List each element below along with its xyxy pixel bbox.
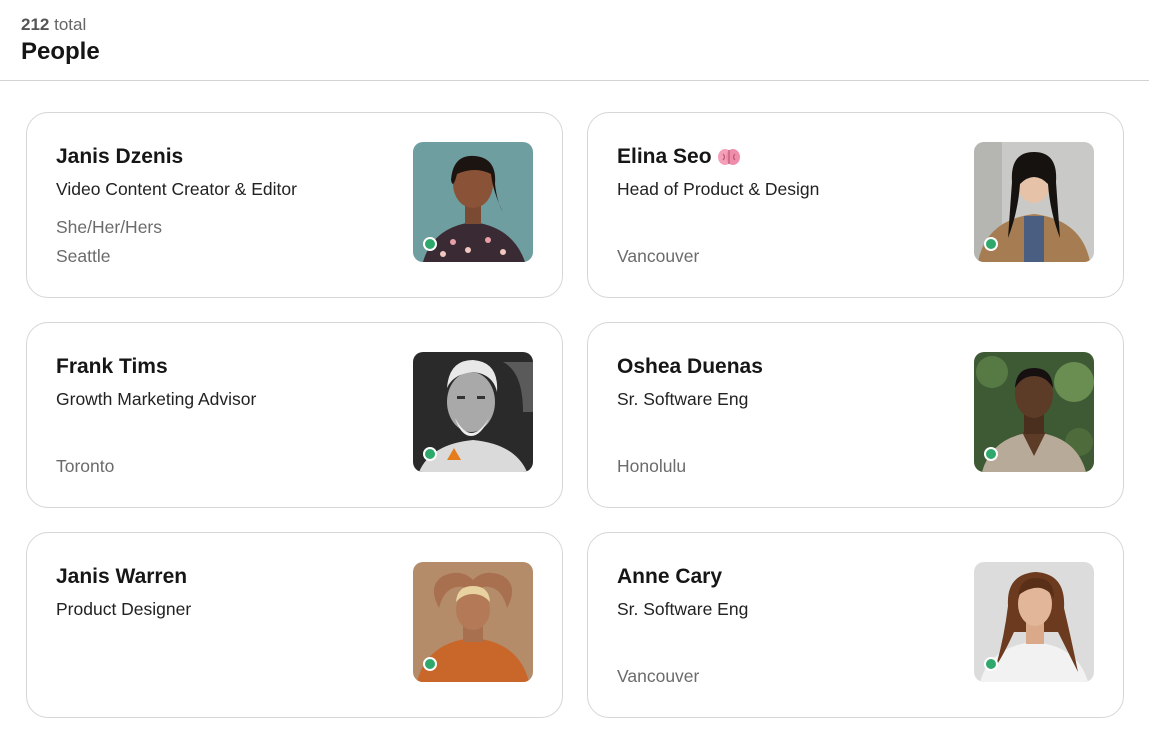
person-name-text: Oshea Duenas <box>617 355 763 378</box>
page-header: 212 total People <box>0 0 1149 81</box>
person-name: Janis Dzenis <box>56 145 183 169</box>
online-status-indicator <box>423 657 437 671</box>
person-role: Head of Product & Design <box>617 179 820 199</box>
avatar <box>974 562 1094 682</box>
person-card[interactable]: Elina Seo Head of Product & Design Vanco… <box>587 112 1124 298</box>
person-location: Vancouver <box>617 666 700 686</box>
person-role: Sr. Software Eng <box>617 389 749 409</box>
person-name: Elina Seo <box>617 145 740 169</box>
person-name: Frank Tims <box>56 355 168 379</box>
person-card[interactable]: Anne Cary Sr. Software Eng Vancouver <box>587 532 1124 718</box>
online-status-indicator <box>984 447 998 461</box>
people-total-count: 212 total <box>21 15 86 35</box>
person-role: Video Content Creator & Editor <box>56 179 297 199</box>
online-status-indicator <box>423 237 437 251</box>
avatar <box>413 352 533 472</box>
person-name-text: Frank Tims <box>56 355 168 378</box>
total-number: 212 <box>21 15 50 34</box>
person-name-text: Janis Warren <box>56 565 188 588</box>
person-name-text: Elina Seo <box>617 145 712 168</box>
person-card[interactable]: Janis Warren Product Designer <box>26 532 563 718</box>
person-card[interactable]: Frank Tims Growth Marketing Advisor Toro… <box>26 322 563 508</box>
person-name-text: Anne Cary <box>617 565 723 588</box>
person-location: Honolulu <box>617 456 687 476</box>
person-role: Product Designer <box>56 599 192 619</box>
person-role: Sr. Software Eng <box>617 599 749 619</box>
person-pronouns: She/Her/Hers <box>56 217 163 237</box>
avatar <box>413 562 533 682</box>
person-card[interactable]: Janis Dzenis Video Content Creator & Edi… <box>26 112 563 298</box>
online-status-indicator <box>984 657 998 671</box>
avatar <box>974 352 1094 472</box>
person-location: Vancouver <box>617 246 700 266</box>
page-title: People <box>21 38 100 65</box>
person-role: Growth Marketing Advisor <box>56 389 257 409</box>
person-name: Oshea Duenas <box>617 355 763 379</box>
warning-triangle-icon <box>447 448 461 460</box>
person-location: Seattle <box>56 246 111 266</box>
person-location: Toronto <box>56 456 115 476</box>
person-name-text: Janis Dzenis <box>56 145 184 168</box>
person-name: Anne Cary <box>617 565 722 589</box>
avatar <box>974 142 1094 262</box>
brain-icon <box>717 148 740 166</box>
person-name: Janis Warren <box>56 565 187 589</box>
total-label: total <box>54 15 87 34</box>
person-card[interactable]: Oshea Duenas Sr. Software Eng Honolulu <box>587 322 1124 508</box>
online-status-indicator <box>984 237 998 251</box>
avatar <box>413 142 533 262</box>
online-status-indicator <box>423 447 437 461</box>
